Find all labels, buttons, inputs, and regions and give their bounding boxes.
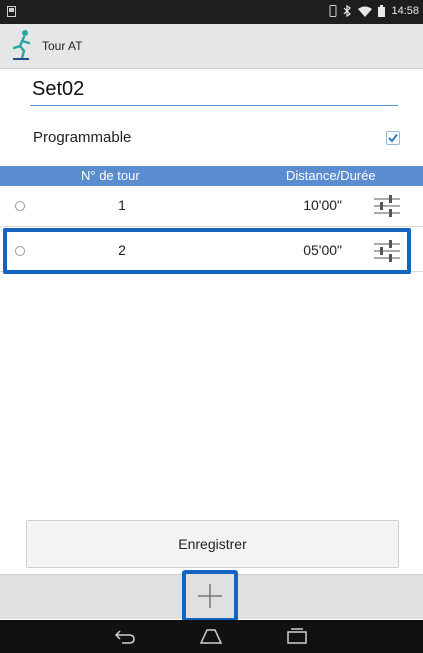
programmable-label: Programmable xyxy=(33,129,132,146)
distance-duration-header: Distance/Durée xyxy=(286,168,376,183)
sliders-icon[interactable] xyxy=(372,192,402,220)
runner-icon[interactable] xyxy=(10,28,34,62)
wifi-icon xyxy=(358,6,373,17)
navigation-bar xyxy=(0,620,423,653)
plus-icon xyxy=(198,584,222,608)
battery-icon xyxy=(378,5,386,17)
status-bar: 14:58 xyxy=(0,0,423,24)
status-time: 14:58 xyxy=(391,5,419,17)
vibrate-icon xyxy=(329,5,337,17)
lap-number: 1 xyxy=(118,197,126,213)
table-row[interactable]: 1 10'00" xyxy=(0,187,423,227)
bluetooth-icon xyxy=(344,5,352,17)
table-header: N° de tour Distance/Durée xyxy=(0,166,423,186)
back-icon[interactable] xyxy=(114,628,136,644)
lap-duration: 10'00" xyxy=(303,197,342,213)
home-icon[interactable] xyxy=(199,628,223,644)
set-name-value[interactable]: Set02 xyxy=(32,78,84,101)
lap-number-header: N° de tour xyxy=(81,168,140,183)
notification-icon xyxy=(7,6,16,17)
row-highlight-frame xyxy=(3,228,411,274)
add-lap-button[interactable] xyxy=(182,570,238,622)
action-bar: Tour AT xyxy=(0,24,423,69)
recent-apps-icon[interactable] xyxy=(286,628,308,644)
programmable-checkbox[interactable] xyxy=(386,131,400,145)
app-title: Tour AT xyxy=(42,39,83,53)
save-button[interactable]: Enregistrer xyxy=(26,520,399,568)
row-radio[interactable] xyxy=(15,201,25,211)
set-name-field[interactable]: Set02 xyxy=(30,75,398,106)
